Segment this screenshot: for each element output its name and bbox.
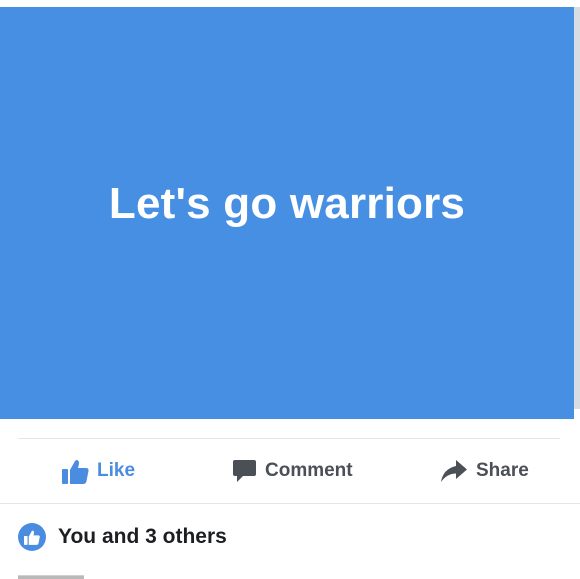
scrollbar[interactable] <box>574 7 580 409</box>
post-view: Let's go warriors Like Comment Share You… <box>0 0 580 579</box>
like-reaction-icon <box>18 523 46 551</box>
like-button[interactable]: Like <box>62 440 135 502</box>
like-label: Like <box>97 460 136 481</box>
thumbs-up-icon <box>62 459 89 484</box>
comment-label: Comment <box>265 460 353 481</box>
divider <box>0 503 580 504</box>
reactions-summary[interactable]: You and 3 others <box>18 518 227 556</box>
action-bar: Like Comment Share <box>0 440 580 502</box>
reactions-summary-text: You and 3 others <box>58 525 227 548</box>
comment-button[interactable]: Comment <box>232 440 353 502</box>
share-arrow-icon <box>440 459 468 483</box>
share-button[interactable]: Share <box>440 440 529 502</box>
divider <box>18 438 560 439</box>
post-text: Let's go warriors <box>108 179 466 228</box>
share-label: Share <box>476 460 529 481</box>
top-strip <box>0 0 580 7</box>
avatar[interactable] <box>18 575 84 579</box>
post-background-card[interactable]: Let's go warriors <box>0 7 574 419</box>
speech-bubble-icon <box>232 459 257 483</box>
